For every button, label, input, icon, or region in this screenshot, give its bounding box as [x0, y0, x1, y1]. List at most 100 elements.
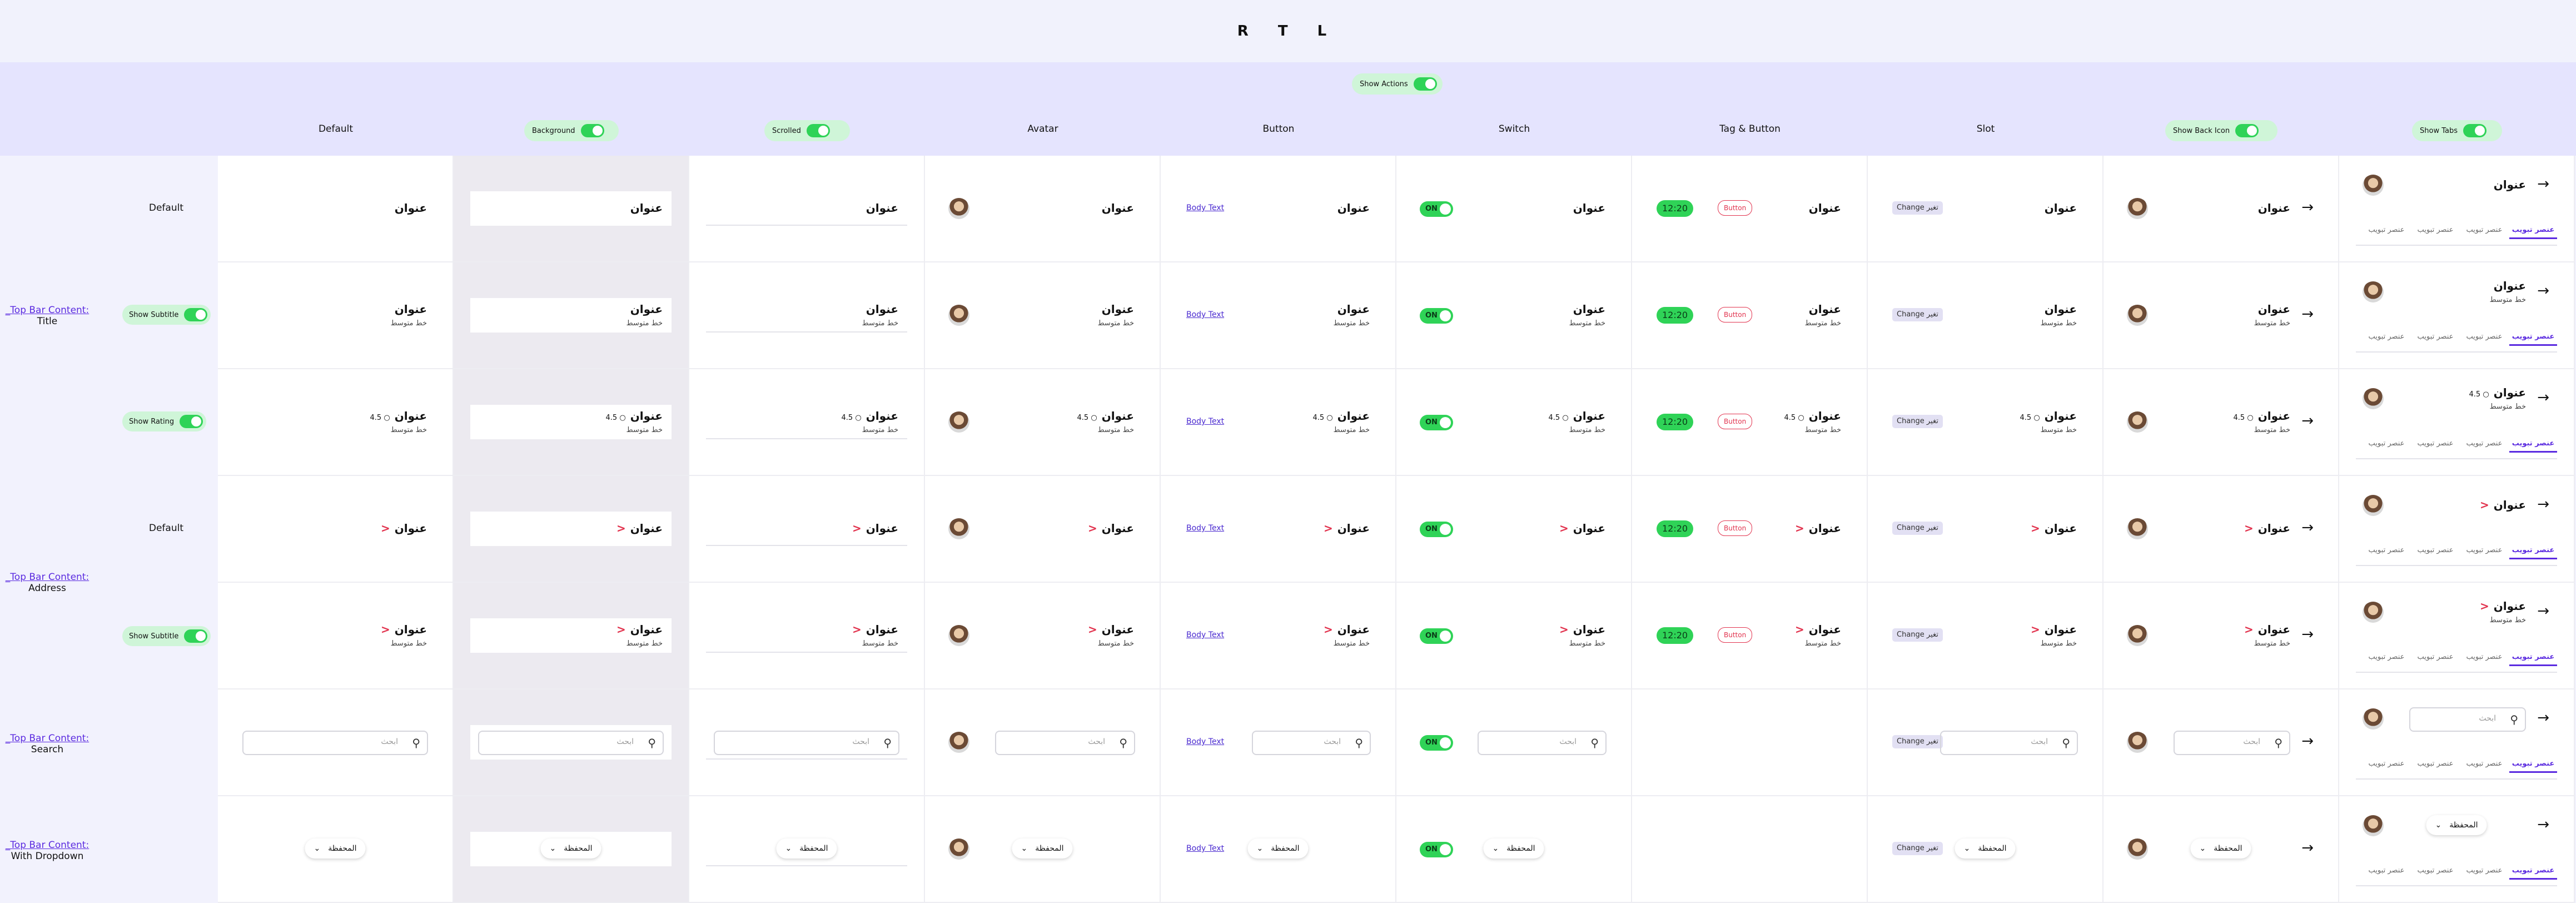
section-prefix[interactable]: _Top Bar Content:: [0, 733, 95, 744]
section-prefix[interactable]: _Top Bar Content:: [0, 840, 95, 851]
search-input[interactable]: ابحث ⚲: [995, 731, 1135, 755]
tab-item[interactable]: عنصر تبويب: [2509, 653, 2557, 666]
tab-item[interactable]: عنصر تبويب: [2363, 333, 2410, 341]
back-arrow-icon[interactable]: →: [2537, 710, 2549, 726]
address-chevron-icon[interactable]: <: [616, 623, 626, 636]
tab-item[interactable]: عنصر تبويب: [2411, 866, 2459, 875]
search-input[interactable]: ابحث ⚲: [714, 731, 899, 755]
tab-item[interactable]: عنصر تبويب: [2509, 866, 2557, 880]
back-arrow-icon[interactable]: →: [2537, 389, 2549, 406]
address-chevron-icon[interactable]: <: [1088, 522, 1097, 535]
tab-item[interactable]: عنصر تبويب: [2460, 866, 2508, 875]
tab-item[interactable]: عنصر تبويب: [2411, 439, 2459, 448]
column-toggle-switch[interactable]: [806, 124, 830, 137]
address-chevron-icon[interactable]: <: [2480, 599, 2489, 613]
tab-item[interactable]: عنصر تبويب: [2509, 439, 2557, 453]
tab-item[interactable]: عنصر تبويب: [2509, 546, 2557, 559]
back-arrow-icon[interactable]: →: [2537, 816, 2549, 833]
on-switch[interactable]: ON: [1420, 735, 1453, 751]
column-toggle-2[interactable]: Scrolled: [764, 120, 850, 141]
address-chevron-icon[interactable]: <: [852, 623, 862, 636]
dropdown-selector[interactable]: ⌄ المحفظة: [2190, 838, 2251, 859]
address-chevron-icon[interactable]: <: [1088, 623, 1097, 636]
row-toggle-switch[interactable]: [184, 308, 208, 321]
dropdown-selector[interactable]: ⌄ المحفظة: [540, 838, 601, 859]
search-input[interactable]: ابحث ⚲: [1252, 731, 1371, 755]
back-arrow-icon[interactable]: →: [2537, 176, 2549, 192]
show-actions-toggle[interactable]: Show Actions: [1352, 73, 1443, 95]
address-chevron-icon[interactable]: <: [2480, 498, 2489, 512]
search-input[interactable]: ابحث ⚲: [2174, 731, 2290, 755]
tab-item[interactable]: عنصر تبويب: [2363, 866, 2410, 875]
row-toggle-show_subtitle[interactable]: Show Subtitle: [122, 626, 211, 646]
tab-item[interactable]: عنصر تبويب: [2460, 439, 2508, 448]
tab-item[interactable]: عنصر تبويب: [2363, 226, 2410, 234]
address-chevron-icon[interactable]: <: [381, 623, 390, 636]
section-prefix[interactable]: _Top Bar Content:: [0, 305, 95, 316]
back-arrow-icon[interactable]: →: [2301, 840, 2314, 856]
address-chevron-icon[interactable]: <: [2244, 522, 2254, 535]
back-arrow-icon[interactable]: →: [2537, 603, 2549, 619]
back-arrow-icon[interactable]: →: [2537, 496, 2549, 513]
row-toggle-switch[interactable]: [184, 629, 208, 643]
address-chevron-icon[interactable]: <: [616, 522, 626, 535]
address-chevron-icon[interactable]: <: [1795, 623, 1804, 636]
dropdown-selector[interactable]: ⌄ المحفظة: [1955, 838, 2016, 859]
back-arrow-icon[interactable]: →: [2301, 733, 2314, 750]
back-arrow-icon[interactable]: →: [2537, 282, 2549, 299]
tab-item[interactable]: عنصر تبويب: [2411, 226, 2459, 234]
back-arrow-icon[interactable]: →: [2301, 306, 2314, 322]
search-input[interactable]: ابحث ⚲: [1940, 731, 2078, 755]
back-arrow-icon[interactable]: →: [2301, 519, 2314, 536]
address-chevron-icon[interactable]: <: [2244, 623, 2254, 636]
tab-item[interactable]: عنصر تبويب: [2509, 226, 2557, 239]
dropdown-selector[interactable]: ⌄ المحفظة: [305, 838, 366, 859]
row-toggle-show_rating[interactable]: Show Rating: [122, 411, 207, 431]
column-toggle-1[interactable]: Background: [524, 120, 619, 141]
on-switch[interactable]: ON: [1420, 842, 1453, 857]
back-arrow-icon[interactable]: →: [2301, 626, 2314, 643]
tab-item[interactable]: عنصر تبويب: [2460, 653, 2508, 661]
tab-item[interactable]: عنصر تبويب: [2411, 653, 2459, 661]
body-text-link[interactable]: Body Text: [1186, 737, 1224, 746]
tab-item[interactable]: عنصر تبويب: [2363, 546, 2410, 554]
dropdown-selector[interactable]: ⌄ المحفظة: [1247, 838, 1309, 859]
search-input[interactable]: ابحث ⚲: [242, 731, 428, 755]
address-chevron-icon[interactable]: <: [1324, 623, 1333, 636]
row-toggle-switch[interactable]: [180, 415, 203, 428]
column-toggle-8[interactable]: Show Back Icon: [2165, 120, 2277, 141]
tab-item[interactable]: عنصر تبويب: [2363, 653, 2410, 661]
slot-badge[interactable]: Change تغير: [1892, 842, 1943, 855]
tab-item[interactable]: عنصر تبويب: [2460, 226, 2508, 234]
address-chevron-icon[interactable]: <: [381, 522, 390, 535]
tab-item[interactable]: عنصر تبويب: [2509, 333, 2557, 346]
tab-item[interactable]: عنصر تبويب: [2411, 333, 2459, 341]
search-input[interactable]: ابحث ⚲: [2409, 707, 2526, 732]
show-actions-switch[interactable]: [1413, 77, 1437, 91]
body-text-link[interactable]: Body Text: [1186, 844, 1224, 853]
section-prefix[interactable]: _Top Bar Content:: [0, 572, 95, 583]
tab-item[interactable]: عنصر تبويب: [2460, 333, 2508, 341]
column-toggle-9[interactable]: Show Tabs: [2412, 120, 2502, 141]
tab-item[interactable]: عنصر تبويب: [2363, 439, 2410, 448]
search-input[interactable]: ابحث ⚲: [1478, 731, 1607, 755]
address-chevron-icon[interactable]: <: [1795, 522, 1804, 535]
address-chevron-icon[interactable]: <: [852, 522, 862, 535]
column-toggle-switch[interactable]: [2463, 124, 2487, 137]
tab-item[interactable]: عنصر تبويب: [2460, 546, 2508, 554]
search-input[interactable]: ابحث ⚲: [478, 731, 664, 755]
dropdown-selector[interactable]: ⌄ المحفظة: [2426, 815, 2487, 835]
column-toggle-switch[interactable]: [2235, 124, 2259, 137]
address-chevron-icon[interactable]: <: [1559, 623, 1569, 636]
back-arrow-icon[interactable]: →: [2301, 413, 2314, 429]
address-chevron-icon[interactable]: <: [1324, 522, 1333, 535]
tab-item[interactable]: عنصر تبويب: [2509, 760, 2557, 773]
row-toggle-show_subtitle[interactable]: Show Subtitle: [122, 305, 211, 325]
tab-item[interactable]: عنصر تبويب: [2411, 760, 2459, 768]
slot-badge[interactable]: Change تغير: [1892, 735, 1943, 748]
address-chevron-icon[interactable]: <: [2031, 623, 2040, 636]
tab-item[interactable]: عنصر تبويب: [2411, 546, 2459, 554]
tab-item[interactable]: عنصر تبويب: [2363, 760, 2410, 768]
column-toggle-switch[interactable]: [580, 124, 604, 137]
back-arrow-icon[interactable]: →: [2301, 199, 2314, 216]
